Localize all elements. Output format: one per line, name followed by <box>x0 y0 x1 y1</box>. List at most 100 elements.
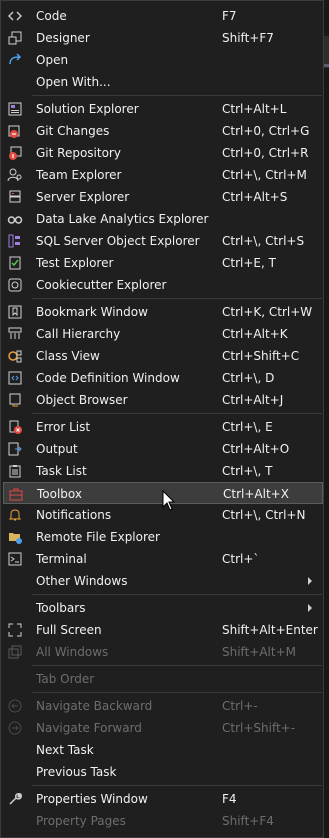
full-screen-icon <box>7 622 23 638</box>
menu-item-git-changes[interactable]: Git Changes Ctrl+0, Ctrl+G <box>3 120 323 142</box>
menu-item-next-task[interactable]: Next Task <box>3 739 323 761</box>
menu-item-label: Output <box>36 442 78 456</box>
menu-item-property-pages[interactable]: Property Pages Shift+F4 <box>3 810 323 832</box>
menu-item-open-with[interactable]: Open With... <box>3 71 323 93</box>
menu-item-shortcut: Ctrl+\, Ctrl+M <box>222 168 307 182</box>
menu-item-label: Task List <box>36 464 87 478</box>
menu-item-previous-task[interactable]: Previous Task <box>3 761 323 783</box>
menu-item-label: Data Lake Analytics Explorer <box>36 212 209 226</box>
menu-item-label: Previous Task <box>36 765 117 779</box>
menu-item-label: Next Task <box>36 743 94 757</box>
output-icon <box>7 441 23 457</box>
mouse-cursor-icon <box>162 490 176 511</box>
menu-item-shortcut: Ctrl+\, E <box>222 420 273 434</box>
menu-separator <box>32 692 322 693</box>
menu-item-label: Solution Explorer <box>36 102 139 116</box>
menu-separator <box>32 665 322 666</box>
wrench-icon <box>7 791 23 807</box>
menu-item-shortcut: Ctrl+\, D <box>222 371 275 385</box>
menu-item-label: Team Explorer <box>36 168 122 182</box>
window-edge <box>324 0 329 838</box>
menu-item-designer[interactable]: Designer Shift+F7 <box>3 27 323 49</box>
menu-item-shortcut: Shift+F7 <box>222 31 274 45</box>
menu-item-shortcut: F4 <box>222 792 237 806</box>
menu-item-shortcut: Shift+Alt+M <box>222 645 296 659</box>
data-lake-icon <box>7 211 23 227</box>
menu-item-navigate-backward[interactable]: Navigate Backward Ctrl+- <box>3 695 323 717</box>
menu-item-cookiecutter[interactable]: Cookiecutter Explorer <box>3 274 323 296</box>
menu-item-navigate-forward[interactable]: Navigate Forward Ctrl+Shift+- <box>3 717 323 739</box>
menu-item-all-windows[interactable]: All Windows Shift+Alt+M <box>3 641 323 663</box>
menu-item-label: Open With... <box>36 75 111 89</box>
menu-item-terminal[interactable]: Terminal Ctrl+` <box>3 548 323 570</box>
menu-item-shortcut: Ctrl+Shift+C <box>222 349 300 363</box>
menu-item-other-windows[interactable]: Other Windows <box>3 570 323 592</box>
menu-item-server-explorer[interactable]: Server Explorer Ctrl+Alt+S <box>3 186 323 208</box>
menu-item-remote-file-explorer[interactable]: Remote File Explorer <box>3 526 323 548</box>
code-definition-icon <box>7 370 23 386</box>
menu-item-shortcut: Ctrl+Alt+L <box>222 102 287 116</box>
menu-item-shortcut: Ctrl+0, Ctrl+R <box>222 146 309 160</box>
menu-item-shortcut: Ctrl+Shift+- <box>222 721 296 735</box>
menu-item-shortcut: Ctrl+K, Ctrl+W <box>222 305 313 319</box>
navigate-forward-icon <box>7 720 23 736</box>
menu-item-shortcut: Ctrl+Alt+O <box>222 442 290 456</box>
designer-icon <box>7 30 23 46</box>
menu-item-label: Code Definition Window <box>36 371 180 385</box>
menu-item-properties-window[interactable]: Properties Window F4 <box>3 788 323 810</box>
menu-item-label: Designer <box>36 31 90 45</box>
menu-item-sql-server[interactable]: SQL Server Object Explorer Ctrl+\, Ctrl+… <box>3 230 323 252</box>
menu-item-solution-explorer[interactable]: Solution Explorer Ctrl+Alt+L <box>3 98 323 120</box>
menu-item-code[interactable]: Code F7 <box>3 5 323 27</box>
task-list-icon <box>7 463 23 479</box>
menu-item-tab-order[interactable]: Tab Order <box>3 668 323 690</box>
menu-item-shortcut: Ctrl+Alt+J <box>222 393 284 407</box>
menu-item-output[interactable]: Output Ctrl+Alt+O <box>3 438 323 460</box>
menu-item-label: Toolbox <box>37 487 82 501</box>
terminal-icon <box>7 551 23 567</box>
menu-separator <box>32 95 322 96</box>
class-view-icon <box>7 348 23 364</box>
menu-item-call-hierarchy[interactable]: Call Hierarchy Ctrl+Alt+K <box>3 323 323 345</box>
menu-item-bookmark-window[interactable]: Bookmark Window Ctrl+K, Ctrl+W <box>3 301 323 323</box>
menu-item-test-explorer[interactable]: Test Explorer Ctrl+E, T <box>3 252 323 274</box>
menu-item-toolbars[interactable]: Toolbars <box>3 597 323 619</box>
menu-item-full-screen[interactable]: Full Screen Shift+Alt+Enter <box>3 619 323 641</box>
git-changes-icon <box>7 123 23 139</box>
test-explorer-icon <box>7 255 23 271</box>
menu-item-object-browser[interactable]: Object Browser Ctrl+Alt+J <box>3 389 323 411</box>
menu-item-open[interactable]: Open <box>3 49 323 71</box>
call-hierarchy-icon <box>7 326 23 342</box>
menu-item-shortcut: Shift+Alt+Enter <box>222 623 318 637</box>
team-explorer-icon <box>7 167 23 183</box>
menu-item-label: Call Hierarchy <box>36 327 121 341</box>
menu-item-label: Full Screen <box>36 623 102 637</box>
menu-item-label: Navigate Forward <box>36 721 142 735</box>
menu-item-label: All Windows <box>36 645 109 659</box>
menu-item-task-list[interactable]: Task List Ctrl+\, T <box>3 460 323 482</box>
menu-item-label: Git Changes <box>36 124 110 138</box>
menu-item-git-repository[interactable]: Git Repository Ctrl+0, Ctrl+R <box>3 142 323 164</box>
menu-item-label: Bookmark Window <box>36 305 148 319</box>
menu-separator <box>32 594 322 595</box>
menu-item-shortcut: F7 <box>222 9 237 23</box>
menu-item-shortcut: Ctrl+Alt+X <box>223 487 289 501</box>
menu-item-shortcut: Ctrl+- <box>222 699 258 713</box>
error-list-icon <box>7 419 23 435</box>
menu-item-shortcut: Ctrl+` <box>222 552 260 566</box>
menu-item-data-lake[interactable]: Data Lake Analytics Explorer <box>3 208 323 230</box>
menu-item-team-explorer[interactable]: Team Explorer Ctrl+\, Ctrl+M <box>3 164 323 186</box>
navigate-backward-icon <box>7 698 23 714</box>
submenu-arrow-icon <box>308 577 312 585</box>
menu-item-class-view[interactable]: Class View Ctrl+Shift+C <box>3 345 323 367</box>
menu-item-shortcut: Ctrl+E, T <box>222 256 276 270</box>
menu-item-label: Terminal <box>36 552 87 566</box>
cookiecutter-icon <box>7 277 23 293</box>
menu-item-error-list[interactable]: Error List Ctrl+\, E <box>3 416 323 438</box>
menu-item-shortcut: Shift+F4 <box>222 814 274 828</box>
object-browser-icon <box>7 392 23 408</box>
all-windows-icon <box>7 644 23 660</box>
menu-item-label: Git Repository <box>36 146 121 160</box>
menu-separator <box>32 785 322 786</box>
menu-item-code-definition[interactable]: Code Definition Window Ctrl+\, D <box>3 367 323 389</box>
